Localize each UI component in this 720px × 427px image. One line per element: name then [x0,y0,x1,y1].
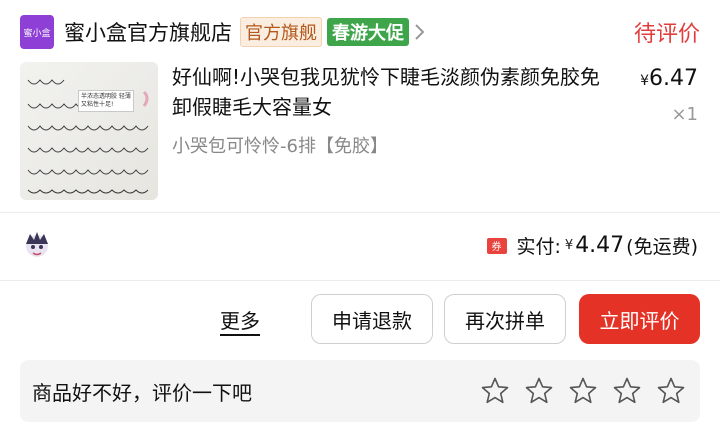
product-price: ¥6.47 [640,66,698,91]
price-value: 6.47 [649,66,698,91]
coupon-icon: 券 [486,237,507,254]
more-button[interactable]: 更多 [220,305,260,334]
store-header[interactable]: 蜜小盒 蜜小盒官方旗舰店 官方旗舰 春游大促 待评价 [20,14,710,50]
store-logo: 蜜小盒 [20,15,54,49]
star-icon[interactable] [656,376,686,406]
thumbnail-caption: 半浓态透明胶 轻薄又粘性十足! [78,90,134,112]
review-now-button[interactable]: 立即评价 [579,294,700,344]
star-icon[interactable] [524,376,554,406]
star-icon[interactable] [568,376,598,406]
divider [0,280,720,281]
star-icon[interactable] [612,376,642,406]
paid-currency: ¥ [564,238,574,253]
official-store-badge: 官方旗舰 [240,17,322,47]
chevron-right-icon[interactable] [413,22,427,42]
review-prompt-box[interactable]: 商品好不好，评价一下吧 [20,360,700,422]
product-title[interactable]: 好仙啊!小哭包我见犹怜下睫毛淡颜伪素颜免胶免卸假睫毛大容量女 [172,62,612,122]
order-status: 待评价 [633,22,700,47]
review-prompt: 商品好不好，评价一下吧 [32,380,252,405]
regroup-button[interactable]: 再次拼单 [444,294,566,344]
product-quantity: ×1 [671,104,698,125]
refund-button[interactable]: 申请退款 [311,294,433,344]
star-rating[interactable] [480,376,700,406]
shipping-note: (免运费) [626,236,698,258]
store-name[interactable]: 蜜小盒官方旗舰店 [64,17,232,47]
paid-amount: 4.47 [575,233,625,258]
eyelash-illustration [27,79,149,194]
promo-badge: 春游大促 [327,18,409,46]
user-avatar [22,230,52,260]
price-currency: ¥ [640,73,650,89]
star-icon[interactable] [480,376,510,406]
product-variant: 小哭包可怜怜-6排【免胶】 [172,136,388,157]
paid-label: 实付: [516,236,561,258]
payment-summary: 券 实付: ¥ 4.47 (免运费) [486,232,698,259]
product-thumbnail[interactable]: 半浓态透明胶 轻薄又粘性十足! [20,62,158,200]
divider [0,212,720,213]
